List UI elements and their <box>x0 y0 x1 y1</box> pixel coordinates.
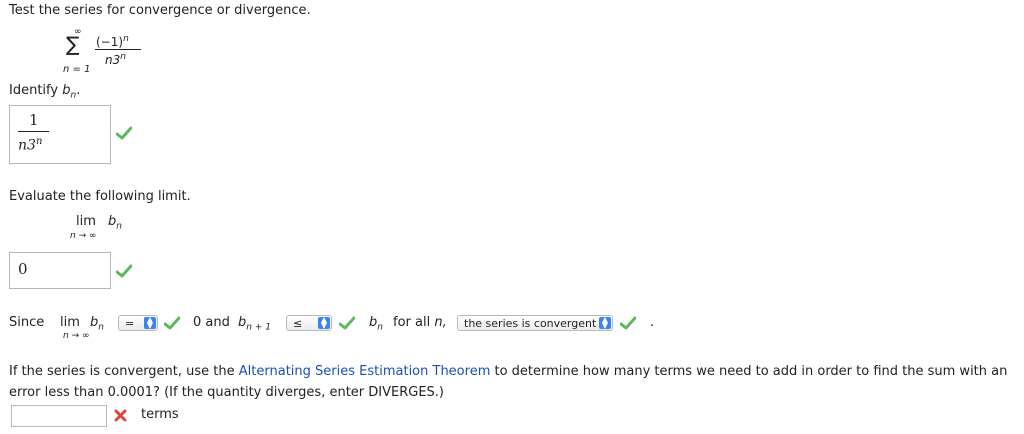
lim-under: n → ∞ <box>70 231 97 241</box>
check-icon <box>116 264 132 278</box>
check-icon <box>620 316 636 330</box>
series-denominator: n3n <box>105 52 126 67</box>
bn-answer-box[interactable]: 1 n3n <box>9 105 111 164</box>
sentence-period: . <box>650 315 655 330</box>
conclusion-select[interactable]: the series is convergent ▲ ▼ <box>457 315 613 331</box>
answer-denominator: n3n <box>18 136 43 154</box>
bn-plus-1: bn + 1 <box>238 315 271 333</box>
series-numerator: (−1)n <box>96 34 129 49</box>
terms-answer-input[interactable] <box>11 405 107 427</box>
answer-numerator: 1 <box>29 111 39 129</box>
sigma-symbol: ∑ <box>66 32 80 56</box>
question-prompt: Test the series for convergence or diver… <box>9 3 311 18</box>
estimation-question: If the series is convergent, use the Alt… <box>9 364 1008 379</box>
relation-select-2[interactable]: ≤ ▲ ▼ <box>286 315 332 331</box>
check-icon <box>116 126 132 140</box>
limit-answer-value: 0 <box>18 260 28 278</box>
for-all-text: for all n, <box>393 315 447 330</box>
bn-term: bn <box>369 315 383 333</box>
limit-var: bn <box>108 214 122 232</box>
identify-label: Identify bn. <box>9 83 81 101</box>
and-text: 0 and <box>193 315 230 330</box>
lim-under: n → ∞ <box>63 331 90 341</box>
since-label: Since <box>9 315 45 330</box>
chevron-updown-icon: ▲ ▼ <box>318 316 330 330</box>
check-icon <box>339 316 355 330</box>
x-icon <box>114 409 127 422</box>
theorem-link[interactable]: Alternating Series Estimation Theorem <box>239 364 491 379</box>
sum-lower-limit: n = 1 <box>63 64 91 75</box>
limit-answer-box[interactable]: 0 <box>9 252 111 289</box>
terms-units-label: terms <box>141 407 179 422</box>
relation-select-1[interactable]: = ▲ ▼ <box>118 315 158 331</box>
chevron-updown-icon: ▲ ▼ <box>599 316 611 330</box>
select-value: ≤ <box>293 317 303 330</box>
select-value: the series is convergent <box>464 317 597 330</box>
series-formula: ∞ ∑ n = 1 (−1)n n3n <box>60 26 160 76</box>
select-value: = <box>125 317 135 330</box>
lim-text: lim <box>60 315 80 330</box>
limit-var: bn <box>90 315 104 333</box>
estimation-question-line2: error less than 0.0001? (If the quantity… <box>9 385 444 400</box>
check-icon <box>164 316 180 330</box>
evaluate-label: Evaluate the following limit. <box>9 189 191 204</box>
limit-expression: lim bn n → ∞ <box>70 214 140 244</box>
lim-text: lim <box>76 214 96 229</box>
answer-fraction-bar <box>18 131 49 132</box>
chevron-updown-icon: ▲ ▼ <box>144 316 156 330</box>
since-limit-expression: lim bn n → ∞ <box>60 315 120 343</box>
fraction-bar <box>95 49 141 50</box>
